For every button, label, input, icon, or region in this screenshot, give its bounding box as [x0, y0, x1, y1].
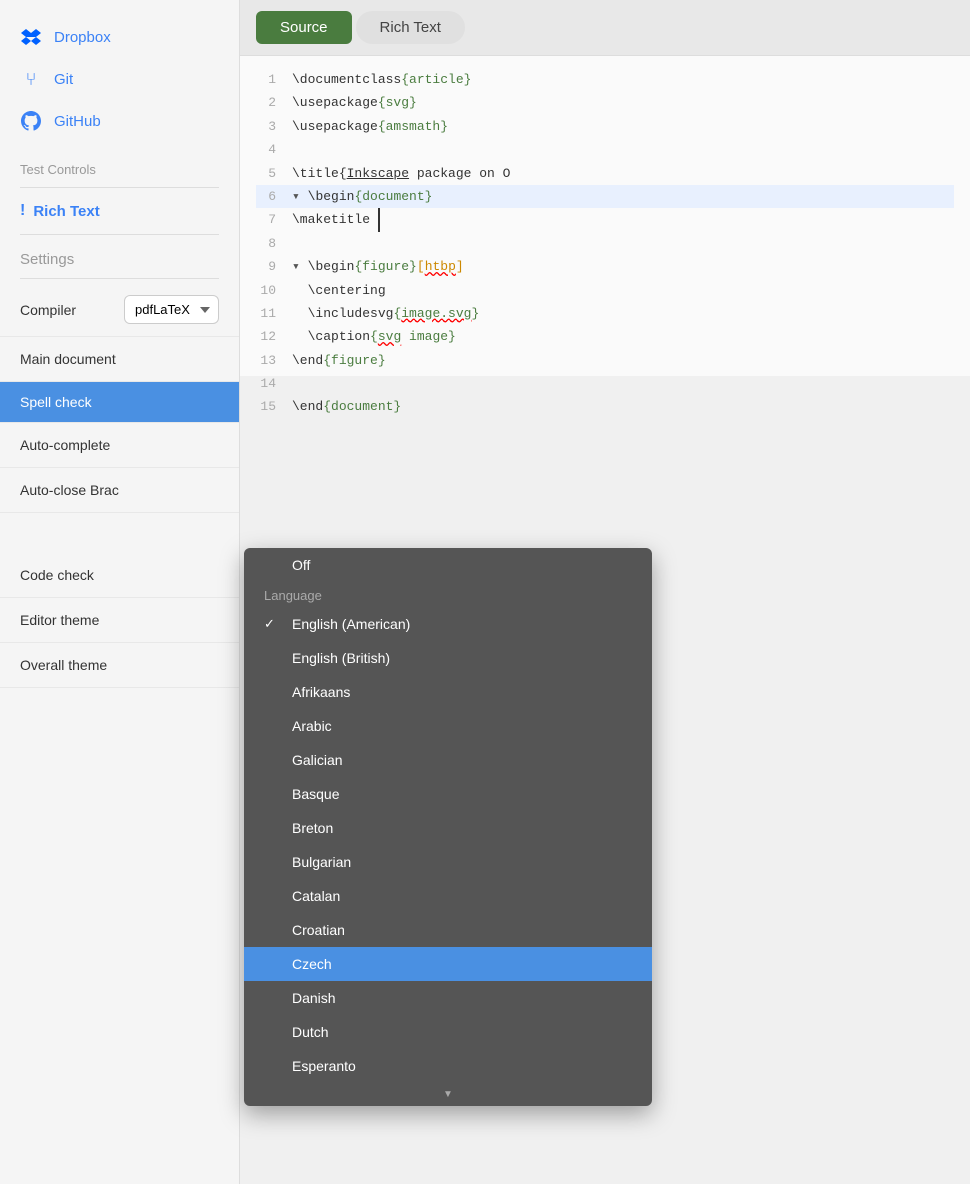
divider-3 [20, 278, 219, 279]
git-icon: ⑂ [20, 68, 42, 90]
dropdown-scroll-indicator: ▼ [244, 1083, 652, 1106]
code-line-15: 15 \end{document} [256, 395, 954, 418]
code-area: 1 \documentclass{article} 2 \usepackage{… [240, 56, 970, 376]
compiler-label: Compiler [20, 302, 76, 318]
dropdown-item-bulgarian[interactable]: Bulgarian [244, 845, 652, 879]
code-check-row[interactable]: Code check [0, 553, 239, 598]
dropdown-item-czech[interactable]: Czech [244, 947, 652, 981]
dropdown-item-basque[interactable]: Basque [244, 777, 652, 811]
sidebar-item-git-label: Git [54, 71, 73, 88]
code-line-11: 11 \includesvg{image.svg} [256, 302, 954, 325]
dropdown-label-basque: Basque [292, 786, 339, 802]
dropdown-label-bulgarian: Bulgarian [292, 854, 351, 870]
code-line-8: 8 [256, 232, 954, 255]
spell-check-label: Spell check [20, 394, 92, 410]
spacer [0, 513, 239, 553]
dropdown-label-arabic: Arabic [292, 718, 332, 734]
overall-theme-row[interactable]: Overall theme [0, 643, 239, 688]
settings-label: Settings [0, 239, 239, 274]
code-line-12: 12 \caption{svg image} [256, 325, 954, 348]
main-document-row[interactable]: Main document [0, 337, 239, 382]
dropdown-item-danish[interactable]: Danish [244, 981, 652, 1015]
dropdown-label-danish: Danish [292, 990, 336, 1006]
dropdown-label-czech: Czech [292, 956, 332, 972]
code-line-7: 7 \maketitle [256, 208, 954, 231]
compiler-select[interactable]: pdfLaTeX [124, 295, 219, 324]
editor-theme-row[interactable]: Editor theme [0, 598, 239, 643]
dropdown-item-esperanto[interactable]: Esperanto [244, 1049, 652, 1083]
dropdown-section-label: Language [264, 588, 322, 603]
sidebar: Dropbox ⑂ Git GitHub Test Controls ! Ric… [0, 0, 240, 1184]
dropdown-label-english-british: English (British) [292, 650, 390, 666]
dropdown-item-english-british[interactable]: English (British) [244, 641, 652, 675]
sidebar-item-git[interactable]: ⑂ Git [0, 58, 239, 100]
dropdown-label-esperanto: Esperanto [292, 1058, 356, 1074]
checkmark-english-american: ✓ [264, 616, 280, 632]
sidebar-item-dropbox-label: Dropbox [54, 29, 111, 46]
dropdown-item-catalan[interactable]: Catalan [244, 879, 652, 913]
dropdown-item-dutch[interactable]: Dutch [244, 1015, 652, 1049]
sidebar-item-github-label: GitHub [54, 113, 101, 130]
rich-text-item[interactable]: ! Rich Text [0, 192, 239, 230]
sidebar-nav: Dropbox ⑂ Git GitHub [0, 0, 239, 150]
dropdown-label-galician: Galician [292, 752, 343, 768]
code-line-2: 2 \usepackage{svg} [256, 91, 954, 114]
divider-1 [20, 187, 219, 188]
dropdown-item-afrikaans[interactable]: Afrikaans [244, 675, 652, 709]
code-line-13: 13 \end{figure} [256, 349, 954, 372]
test-controls-label: Test Controls [0, 150, 239, 183]
tab-source[interactable]: Source [256, 11, 352, 44]
dropdown-off-label: Off [292, 557, 310, 573]
compiler-row: Compiler pdfLaTeX [0, 283, 239, 337]
tab-richtext[interactable]: Rich Text [356, 11, 465, 44]
dropdown-item-arabic[interactable]: Arabic [244, 709, 652, 743]
dropdown-item-off[interactable]: Off [244, 548, 652, 582]
dropdown-label-english-american: English (American) [292, 616, 410, 632]
dropdown-label-dutch: Dutch [292, 1024, 329, 1040]
dropdown-item-croatian[interactable]: Croatian [244, 913, 652, 947]
exclaim-icon: ! [20, 202, 25, 220]
code-line-14: 14 [256, 372, 954, 395]
auto-close-brac-row[interactable]: Auto-close Brac [0, 468, 239, 513]
sidebar-item-dropbox[interactable]: Dropbox [0, 16, 239, 58]
github-icon [20, 110, 42, 132]
dropbox-icon [20, 26, 42, 48]
dropdown-label-breton: Breton [292, 820, 333, 836]
dropdown-label-croatian: Croatian [292, 922, 345, 938]
code-line-4: 4 [256, 138, 954, 161]
dropdown-label-catalan: Catalan [292, 888, 340, 904]
sidebar-item-github[interactable]: GitHub [0, 100, 239, 142]
spell-check-dropdown: Off Language ✓ English (American) Englis… [244, 548, 652, 1106]
rich-text-label: Rich Text [33, 203, 99, 220]
spell-check-row[interactable]: Spell check [0, 382, 239, 423]
dropdown-label-afrikaans: Afrikaans [292, 684, 350, 700]
divider-2 [20, 234, 219, 235]
code-line-9: 9 ▾ \begin{figure}[htbp] [256, 255, 954, 278]
code-line-5: 5 \title{Inkscape package on O [256, 162, 954, 185]
editor-header: Source Rich Text [240, 0, 970, 56]
code-line-10: 10 \centering [256, 279, 954, 302]
code-line-6: 6 ▾ \begin{document} [256, 185, 954, 208]
code-line-1: 1 \documentclass{article} [256, 68, 954, 91]
dropdown-item-galician[interactable]: Galician [244, 743, 652, 777]
auto-complete-row[interactable]: Auto-complete [0, 423, 239, 468]
code-line-3: 3 \usepackage{amsmath} [256, 115, 954, 138]
dropdown-section-header: Language [244, 582, 652, 607]
dropdown-item-breton[interactable]: Breton [244, 811, 652, 845]
dropdown-item-english-american[interactable]: ✓ English (American) [244, 607, 652, 641]
